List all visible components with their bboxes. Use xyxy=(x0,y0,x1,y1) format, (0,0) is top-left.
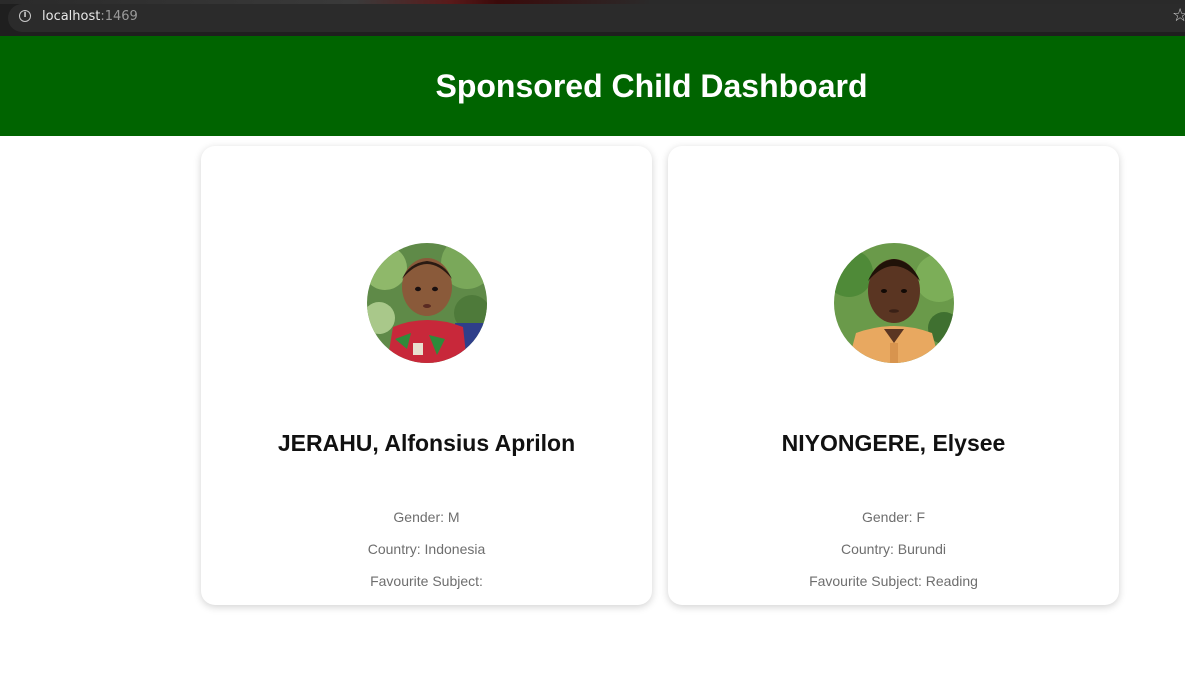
site-info-icon[interactable]: i xyxy=(19,10,31,22)
child-favourite-subject: Favourite Subject: xyxy=(370,573,483,589)
address-bar[interactable] xyxy=(8,4,1185,32)
page-header: Sponsored Child Dashboard xyxy=(0,36,1185,136)
child-gender: Gender: F xyxy=(861,509,926,525)
child-photo xyxy=(367,243,487,363)
child-gender: Gender: M xyxy=(393,509,460,525)
page-title: Sponsored Child Dashboard xyxy=(435,68,868,104)
url-port: :1469 xyxy=(100,9,138,24)
url-host: localhost xyxy=(42,9,101,24)
child-country: Country: Burundi xyxy=(840,541,947,557)
child-country: Country: Indonesia xyxy=(367,541,486,557)
child-favourite-subject: Favourite Subject: Reading xyxy=(809,573,978,589)
child-name: JERAHU, Alfonsius Aprilon xyxy=(277,430,576,456)
browser-toolbar: i localhost:1469 ☆ xyxy=(0,0,1185,36)
child-photo xyxy=(834,243,954,363)
child-name: NIYONGERE, Elysee xyxy=(781,430,1006,456)
bookmark-star-icon[interactable]: ☆ xyxy=(1172,6,1185,26)
child-card: NIYONGERE, Elysee Gender: F Country: Bur… xyxy=(668,146,1119,605)
child-card: JERAHU, Alfonsius Aprilon Gender: M Coun… xyxy=(201,146,652,605)
url-text[interactable]: localhost:1469 xyxy=(42,9,138,25)
